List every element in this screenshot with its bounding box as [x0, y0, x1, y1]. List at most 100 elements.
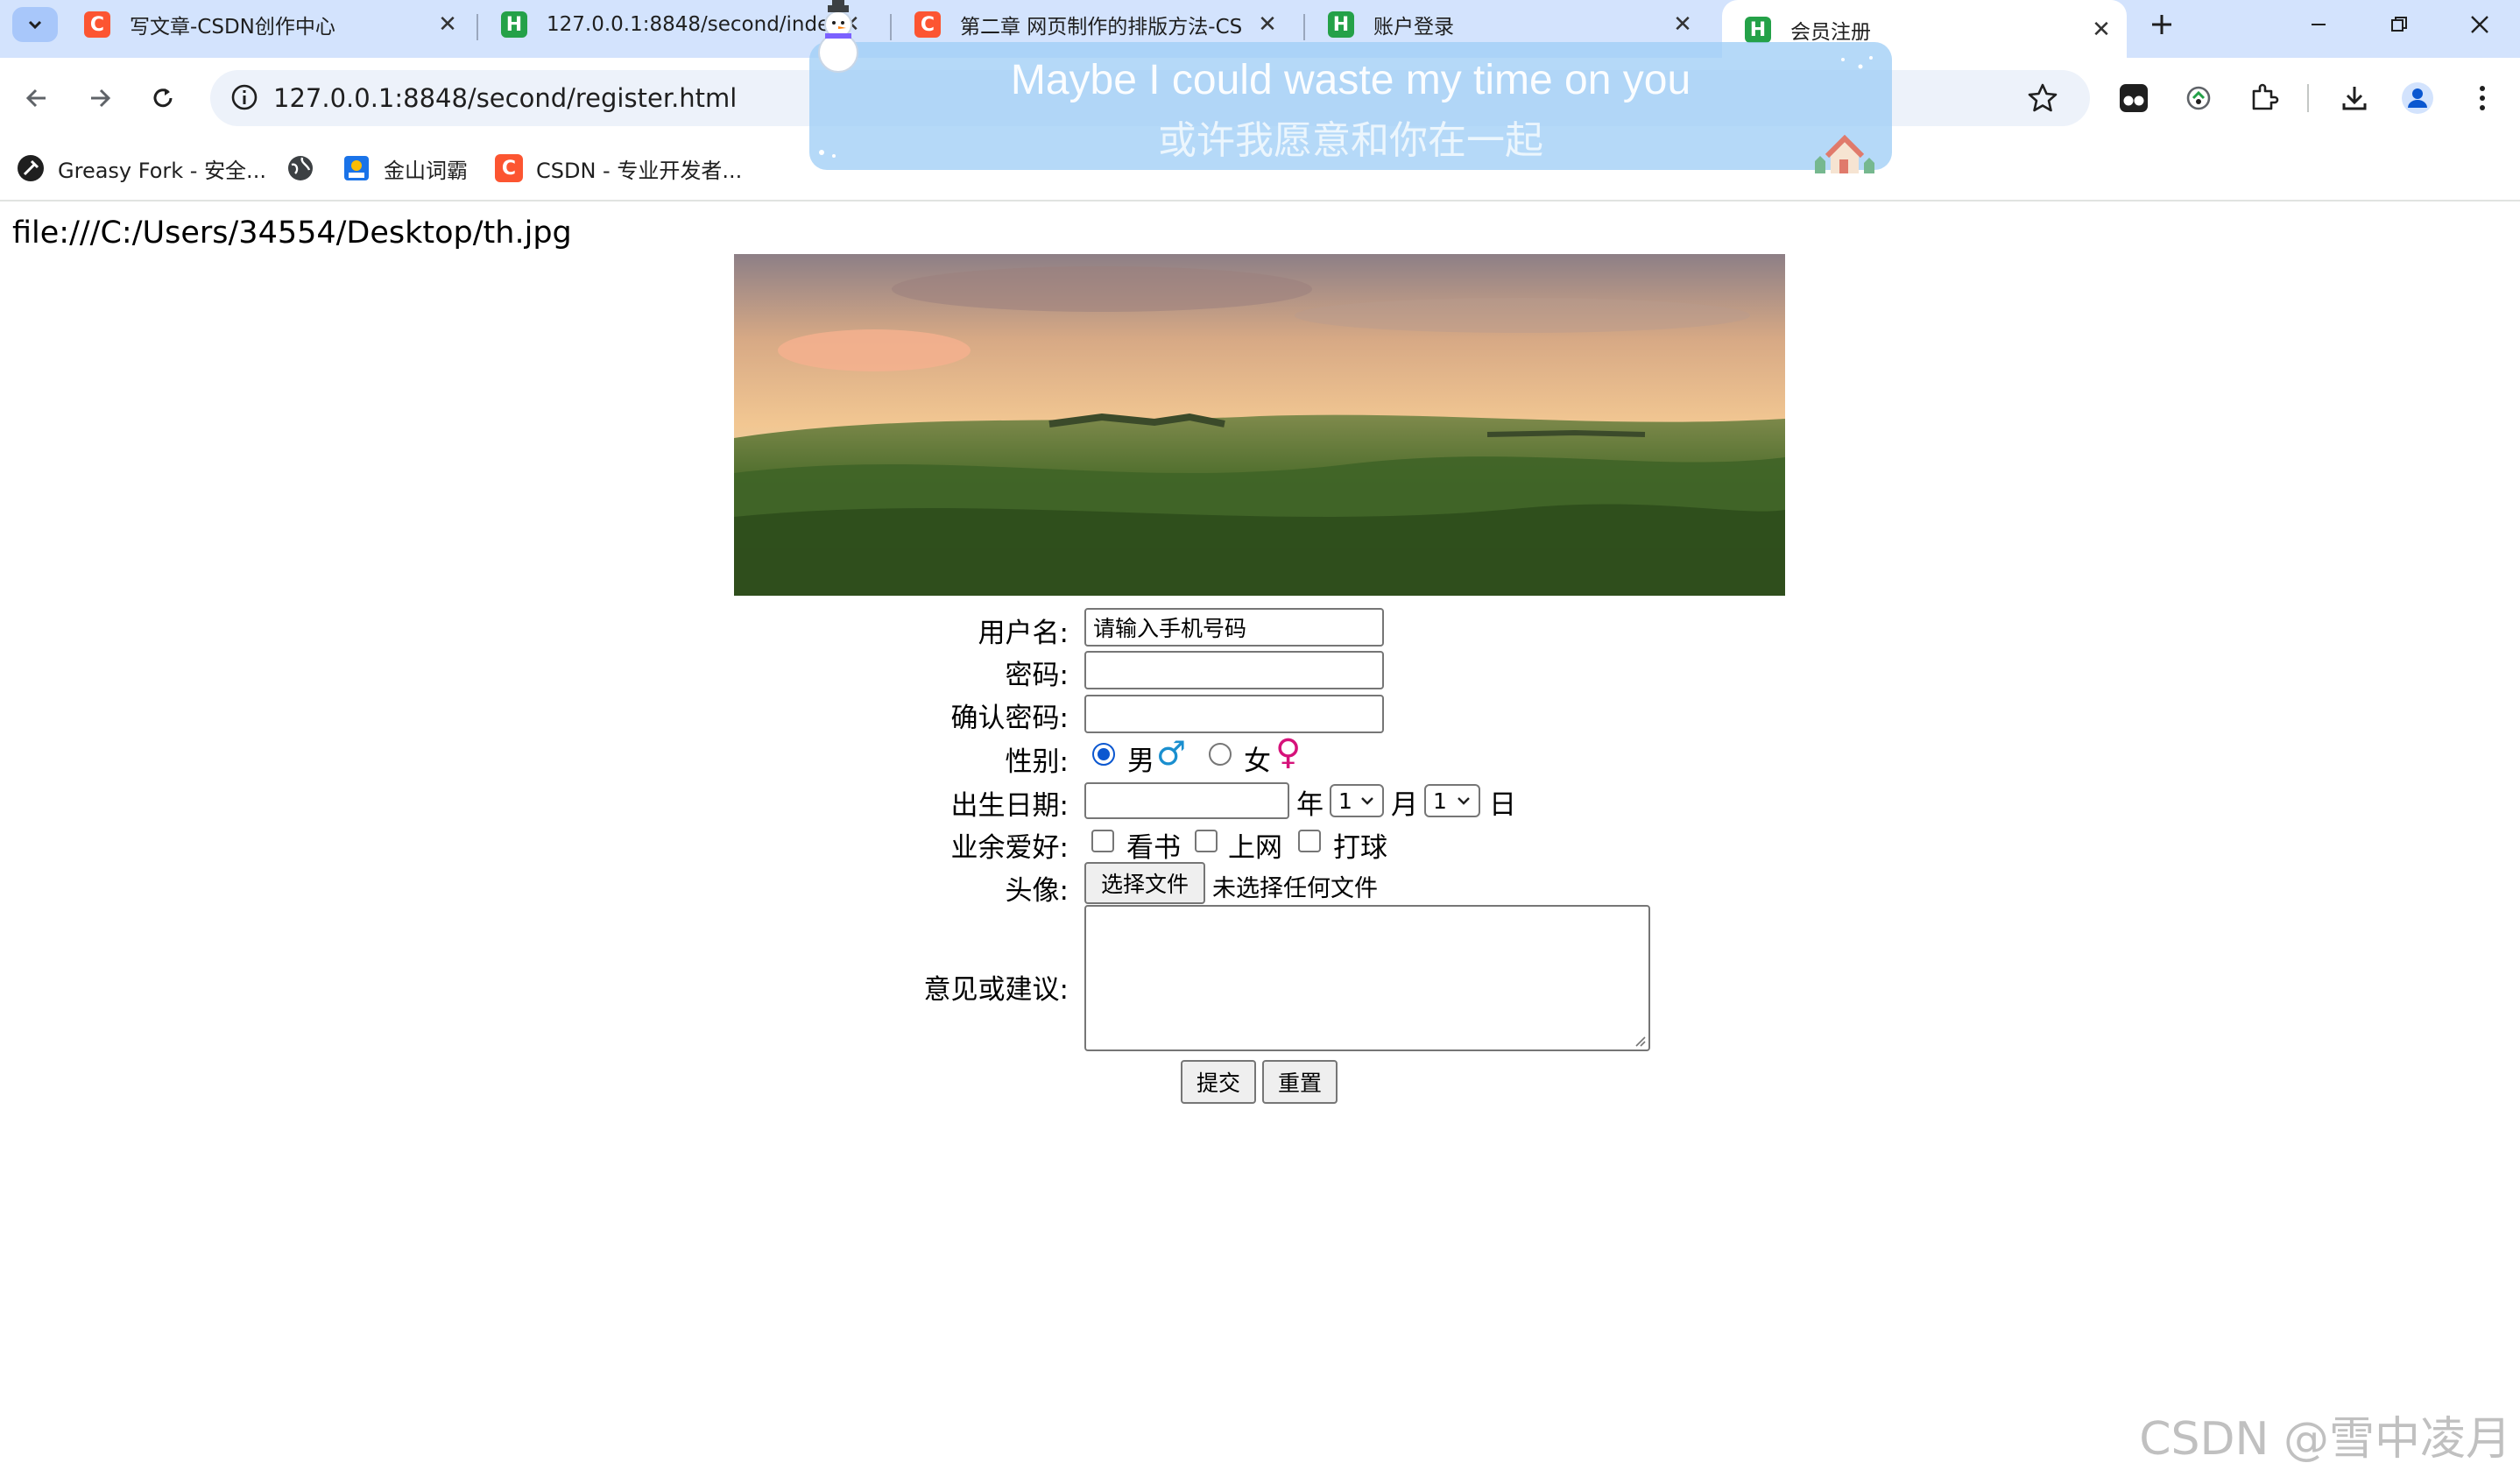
plus-icon — [2152, 15, 2171, 34]
tampermonkey-icon — [2120, 84, 2148, 112]
hobby-reading-label: 看书 — [1126, 832, 1181, 864]
gender-female-radio[interactable] — [1209, 743, 1232, 766]
star-icon[interactable] — [2025, 81, 2060, 116]
file-status-text: 未选择任何文件 — [1212, 875, 1378, 902]
gender-female-label: 女 — [1244, 746, 1271, 777]
lyric-line-chinese: 或许我愿意和你在一起 — [1158, 118, 1543, 163]
bookmark-csdn[interactable]: C CSDN - 专业开发者... — [494, 151, 742, 186]
birth-day-select[interactable]: 1 — [1424, 784, 1480, 817]
profile-button[interactable] — [2396, 77, 2439, 119]
confirm-password-label: 确认密码: — [950, 703, 1069, 734]
hobby-ball-checkbox[interactable] — [1298, 830, 1321, 852]
hobbies-label: 业余爱好: — [950, 832, 1069, 864]
snow-house-icon — [1815, 134, 1874, 173]
url-text: 127.0.0.1:8848/second/register.html — [273, 83, 738, 113]
hbuilder-favicon-icon: H — [501, 11, 527, 38]
restore-icon — [2391, 17, 2407, 32]
male-symbol-icon: ♂ — [1156, 734, 1187, 773]
download-icon — [2342, 87, 2367, 110]
globe-icon — [286, 153, 315, 183]
lyric-line-english: Maybe I could waste my time on you — [1010, 57, 1691, 103]
bookmark-label: 金山词霸 — [384, 158, 468, 183]
submit-button[interactable]: 提交 — [1181, 1060, 1256, 1104]
password-input[interactable] — [1084, 651, 1384, 689]
tab-title: 127.0.0.1:8848/second/inde — [547, 13, 830, 36]
day-value: 1 — [1433, 788, 1447, 814]
password-label: 密码: — [1005, 660, 1069, 691]
username-input[interactable]: 请输入手机号码 — [1084, 608, 1384, 647]
year-suffix: 年 — [1296, 789, 1324, 821]
hobby-reading-checkbox[interactable] — [1091, 830, 1114, 852]
month-suffix: 月 — [1391, 789, 1418, 821]
avatar-icon — [2402, 82, 2433, 114]
chevron-down-icon — [28, 20, 42, 30]
close-icon — [2471, 16, 2488, 33]
toolbar-divider — [2307, 84, 2309, 112]
extensions-button[interactable] — [2242, 77, 2284, 119]
menu-button[interactable] — [2461, 77, 2503, 119]
minimize-button[interactable] — [2279, 0, 2358, 49]
hobby-internet-checkbox[interactable] — [1195, 830, 1218, 852]
chevron-down-icon — [1361, 797, 1373, 805]
reset-button[interactable]: 重置 — [1262, 1060, 1338, 1104]
bookmark-jinshan[interactable]: 金山词霸 — [342, 151, 468, 186]
tab-csdn-editor[interactable]: C 写文章-CSDN创作中心 ✕ — [61, 0, 473, 49]
chevron-down-icon — [1458, 797, 1470, 805]
translate-icon — [2186, 86, 2211, 110]
tab-title: 写文章-CSDN创作中心 — [130, 16, 335, 39]
snowman-icon — [818, 0, 858, 73]
month-value: 1 — [1338, 788, 1352, 814]
close-icon[interactable]: ✕ — [2088, 17, 2114, 43]
comment-textarea[interactable] — [1084, 905, 1650, 1051]
hobby-ball-label: 打球 — [1333, 832, 1387, 864]
female-symbol-icon: ♀ — [1275, 732, 1302, 773]
desktop-lyrics-overlay[interactable]: Maybe I could waste my time on you 或许我愿意… — [809, 42, 1892, 170]
close-icon[interactable]: ✕ — [434, 11, 461, 38]
birth-month-select[interactable]: 1 — [1330, 784, 1384, 817]
image-path-text: file:///C:/Users/34554/Desktop/th.jpg — [12, 216, 572, 251]
minimize-icon — [2312, 24, 2326, 25]
csdn-favicon-icon: C — [84, 11, 110, 38]
resize-grip-icon[interactable] — [1633, 1034, 1647, 1048]
day-suffix: 日 — [1489, 789, 1516, 821]
extension-translate-button[interactable] — [2178, 77, 2220, 119]
new-tab-button[interactable] — [2141, 5, 2183, 44]
gender-male-radio[interactable] — [1092, 743, 1115, 766]
tab-title: 会员注册 — [1790, 21, 1871, 44]
forward-button[interactable] — [77, 75, 123, 121]
info-icon[interactable] — [229, 82, 259, 112]
downloads-button[interactable] — [2333, 77, 2375, 119]
hobby-internet-label: 上网 — [1228, 832, 1282, 864]
close-window-button[interactable] — [2440, 0, 2519, 49]
extension-tampermonkey-button[interactable] — [2113, 77, 2155, 119]
hbuilder-favicon-icon: H — [1328, 11, 1354, 38]
greasyfork-icon — [16, 153, 46, 183]
close-icon[interactable]: ✕ — [1669, 11, 1696, 38]
tab-title: 账户登录 — [1373, 16, 1454, 39]
csdn-watermark: CSDN @雪中凌月 — [2139, 1413, 2511, 1466]
comment-label: 意见或建议: — [923, 974, 1069, 1006]
gender-male-label: 男 — [1127, 746, 1154, 777]
restore-button[interactable] — [2360, 0, 2439, 49]
hbuilder-favicon-icon: H — [1745, 17, 1771, 43]
bookmark-greasyfork[interactable]: Greasy Fork - 安全... — [16, 151, 266, 186]
tab-search-button[interactable] — [12, 7, 58, 42]
confirm-password-input[interactable] — [1084, 695, 1384, 733]
back-button[interactable] — [14, 75, 60, 121]
arrow-right-icon — [91, 88, 111, 108]
username-label: 用户名: — [978, 618, 1069, 649]
puzzle-icon — [2252, 83, 2279, 110]
landscape-banner-image — [734, 254, 1785, 596]
bookmark-globe[interactable] — [286, 151, 328, 186]
choose-file-button[interactable]: 选择文件 — [1084, 862, 1205, 904]
close-icon[interactable]: ✕ — [1254, 11, 1281, 38]
bookmark-label: Greasy Fork - 安全... — [58, 158, 266, 183]
jinshan-icon — [342, 153, 371, 183]
csdn-favicon-icon: C — [914, 11, 941, 38]
birth-year-input[interactable] — [1084, 782, 1289, 819]
sparkle-icon — [1841, 56, 1873, 69]
reload-button[interactable] — [140, 75, 186, 121]
csdn-icon: C — [494, 153, 524, 183]
birthdate-label: 出生日期: — [950, 790, 1069, 822]
avatar-label: 头像: — [1005, 875, 1069, 907]
